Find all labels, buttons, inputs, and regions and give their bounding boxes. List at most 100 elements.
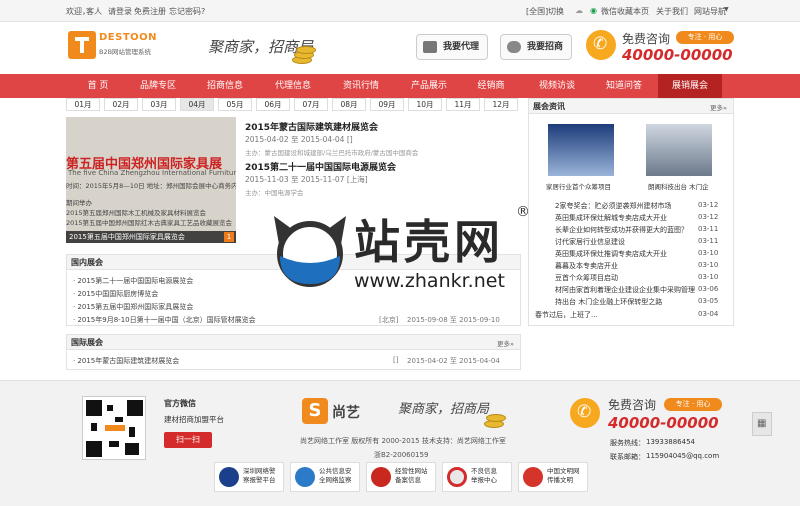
nav-item-expo[interactable]: 展销展会	[658, 74, 722, 98]
news-photo-caption[interactable]: 家居行业首个众筹项目	[546, 181, 611, 191]
month-tab[interactable]: 07月	[294, 98, 328, 111]
nav-item-home[interactable]: 首 页	[68, 74, 128, 98]
agent-button[interactable]: 我要代理	[416, 34, 488, 60]
badge-text: 公共信息安	[319, 467, 352, 475]
slide-caption[interactable]: 2015第五届中国郑州国际家具展览会	[66, 231, 236, 243]
favorite-link[interactable]: 收藏本页	[617, 6, 649, 17]
nav-item-qa[interactable]: 知道问答	[594, 74, 654, 98]
news-item-date: 03-12	[698, 201, 719, 209]
logo-subtitle: B2B网站管理系统	[99, 48, 152, 56]
slide-line: 2015第五届郑州国际木工机械及家具材料展览会	[66, 209, 207, 217]
list-item[interactable]: · 2015中国国际厨房博览会	[73, 289, 158, 299]
month-tab[interactable]: 12月	[484, 98, 518, 111]
news-more-link[interactable]: 更多»	[710, 102, 727, 112]
month-tab[interactable]: 10月	[408, 98, 442, 111]
nav-item-brand[interactable]: 品牌专区	[128, 74, 188, 98]
month-tab[interactable]: 11月	[446, 98, 480, 111]
nav-item-agent[interactable]: 代理信息	[262, 74, 324, 98]
news-item[interactable]: 英田集成环保灶推调专卖店成大开业	[555, 249, 667, 259]
list-item[interactable]: · 2015年蒙古国际建筑建材展览会	[73, 356, 179, 366]
list-item[interactable]: · 2015第五届中国郑州国际家具展览会	[73, 302, 193, 312]
nav-item-products[interactable]: 产品展示	[398, 74, 460, 98]
badge-text: 传播文明	[547, 476, 573, 484]
hotline-number: 40000-00000	[622, 46, 733, 64]
news-item[interactable]: 2家夸奖会：贮必须逆袭郑州建材市场	[555, 201, 671, 211]
list-item-date: 2015-04-02 至 2015-04-04	[407, 357, 500, 365]
invite-button-label: 我要招商	[527, 42, 564, 52]
month-tab[interactable]: 08月	[332, 98, 366, 111]
police-icon	[219, 467, 239, 487]
badge-text: 备案信息	[395, 476, 421, 484]
register-link[interactable]: 免费注册	[134, 6, 166, 17]
news-item[interactable]: 春节过后，上班了...	[535, 310, 598, 320]
copyright-text: 尚艺网络工作室 版权所有 2000-2015 技术支持：尚艺网络工作室	[300, 437, 506, 445]
qr-float-button[interactable]: ▦	[752, 412, 772, 436]
slide-line: 时间：2015年5月8—10日 地址：郑州国际会展中心商务内	[66, 182, 236, 190]
list-item-date: 2015-09-08 至 2015-09-10	[407, 316, 500, 324]
intl-more-link[interactable]: 更多»	[497, 338, 514, 348]
month-tab[interactable]: 03月	[142, 98, 176, 111]
badge-report[interactable]: 不良信息 举报中心	[442, 462, 512, 492]
email: 115904045@qq.com	[646, 452, 720, 460]
news-item[interactable]: 豆首个众筹项目启动	[555, 273, 618, 283]
region-label: [全国]	[526, 7, 549, 16]
month-tab-current[interactable]: 04月	[180, 98, 214, 111]
month-tab[interactable]: 05月	[218, 98, 252, 111]
event-title[interactable]: 2015年蒙古国际建筑建材展览会	[245, 120, 378, 133]
wechat-link[interactable]: 微信	[601, 6, 617, 17]
month-tab[interactable]: 02月	[104, 98, 138, 111]
list-item-city: [北京]	[379, 316, 399, 324]
news-item-date: 03-10	[698, 261, 719, 269]
news-item-date: 03-11	[698, 225, 719, 233]
scan-button[interactable]: 扫一扫	[164, 432, 212, 448]
month-tabs: 01月 02月 03月 04月 05月 06月 07月 08月 09月 10月 …	[66, 98, 521, 112]
month-tab[interactable]: 06月	[256, 98, 290, 111]
list-item[interactable]: · 2015第二十一届中国国际电源展览会	[73, 276, 193, 286]
news-item[interactable]: 持出台 木门企业融上环保转型之路	[555, 297, 662, 307]
news-item[interactable]: 长辈企业如何转型成功并获得更大的蓝图？	[555, 225, 688, 235]
site-logo[interactable]: DESTOON B2B网站管理系统	[68, 31, 168, 61]
nav-item-news[interactable]: 资讯行情	[330, 74, 392, 98]
login-link[interactable]: 请登录	[108, 6, 132, 17]
month-tab[interactable]: 01月	[66, 98, 100, 111]
nav-item-video[interactable]: 视频访谈	[526, 74, 588, 98]
email-label: 联系邮箱：	[610, 453, 645, 461]
badge-police[interactable]: 深圳网络警 察报警平台	[214, 462, 284, 492]
news-item-date: 03-12	[698, 213, 719, 221]
about-link[interactable]: 关于我们	[656, 6, 688, 17]
invite-button[interactable]: 我要招商	[500, 34, 572, 60]
news-item[interactable]: 材阿由家首利着理企业建设企业集中采购管理	[555, 285, 695, 295]
news-photo-caption[interactable]: 朗阁科技出台 木门企	[648, 181, 709, 191]
badge-civilization[interactable]: 中国文明网 传播文明	[518, 462, 588, 492]
watermark-url: www.zhankr.net	[354, 270, 505, 292]
watermark: 站壳网 ® www.zhankr.net	[270, 200, 530, 300]
news-item[interactable]: 讨代家居行业信息建设	[555, 237, 625, 247]
forgot-password-link[interactable]: 忘记密码?	[169, 6, 205, 17]
region-switch-link[interactable]: 切换	[548, 6, 564, 17]
news-item[interactable]: 英田集成环保灶解城专卖店成大开业	[555, 213, 667, 223]
event-title[interactable]: 2015第二十一届中国国际电源展览会	[245, 160, 396, 173]
site-nav-link[interactable]: 网站导航	[694, 6, 726, 17]
slide-line: 2015第五届中国郑州国际红木古典家具工艺品收藏展览会	[66, 219, 233, 227]
guest-label: 客人	[86, 7, 102, 16]
nav-item-dealer[interactable]: 经销商	[466, 74, 516, 98]
slide-page-indicator[interactable]: 1	[224, 232, 234, 242]
hotline-label: 免费咨询	[622, 32, 671, 46]
footer-brand: 尚艺	[332, 405, 360, 421]
badge-record[interactable]: 经营性网站 备案信息	[366, 462, 436, 492]
footer-hotline-number: 40000-00000	[608, 414, 719, 432]
brand-logo-icon: S	[302, 398, 328, 424]
news-photo[interactable]	[646, 124, 712, 176]
list-item[interactable]: · 2015年9月8-10日第十一届中国（北京）国际管材展览会	[73, 315, 256, 325]
expo-slideshow[interactable]: 第五届中国郑州国际家具展 The five China Zhengzhou In…	[66, 117, 236, 243]
emblem-icon	[371, 467, 391, 487]
month-tab[interactable]: 09月	[370, 98, 404, 111]
agent-button-label: 我要代理	[443, 42, 480, 52]
news-item[interactable]: 暮暮及本专卖店开业	[555, 261, 618, 271]
news-photo[interactable]	[548, 124, 614, 176]
badge-security[interactable]: 公共信息安 全网络监察	[290, 462, 360, 492]
nav-item-invest[interactable]: 招商信息	[194, 74, 256, 98]
coin-icon	[486, 414, 506, 422]
wechat-subtitle: 建材招商加盟平台	[164, 415, 224, 424]
slide-english: The five China Zhengzhou International F…	[68, 169, 236, 177]
